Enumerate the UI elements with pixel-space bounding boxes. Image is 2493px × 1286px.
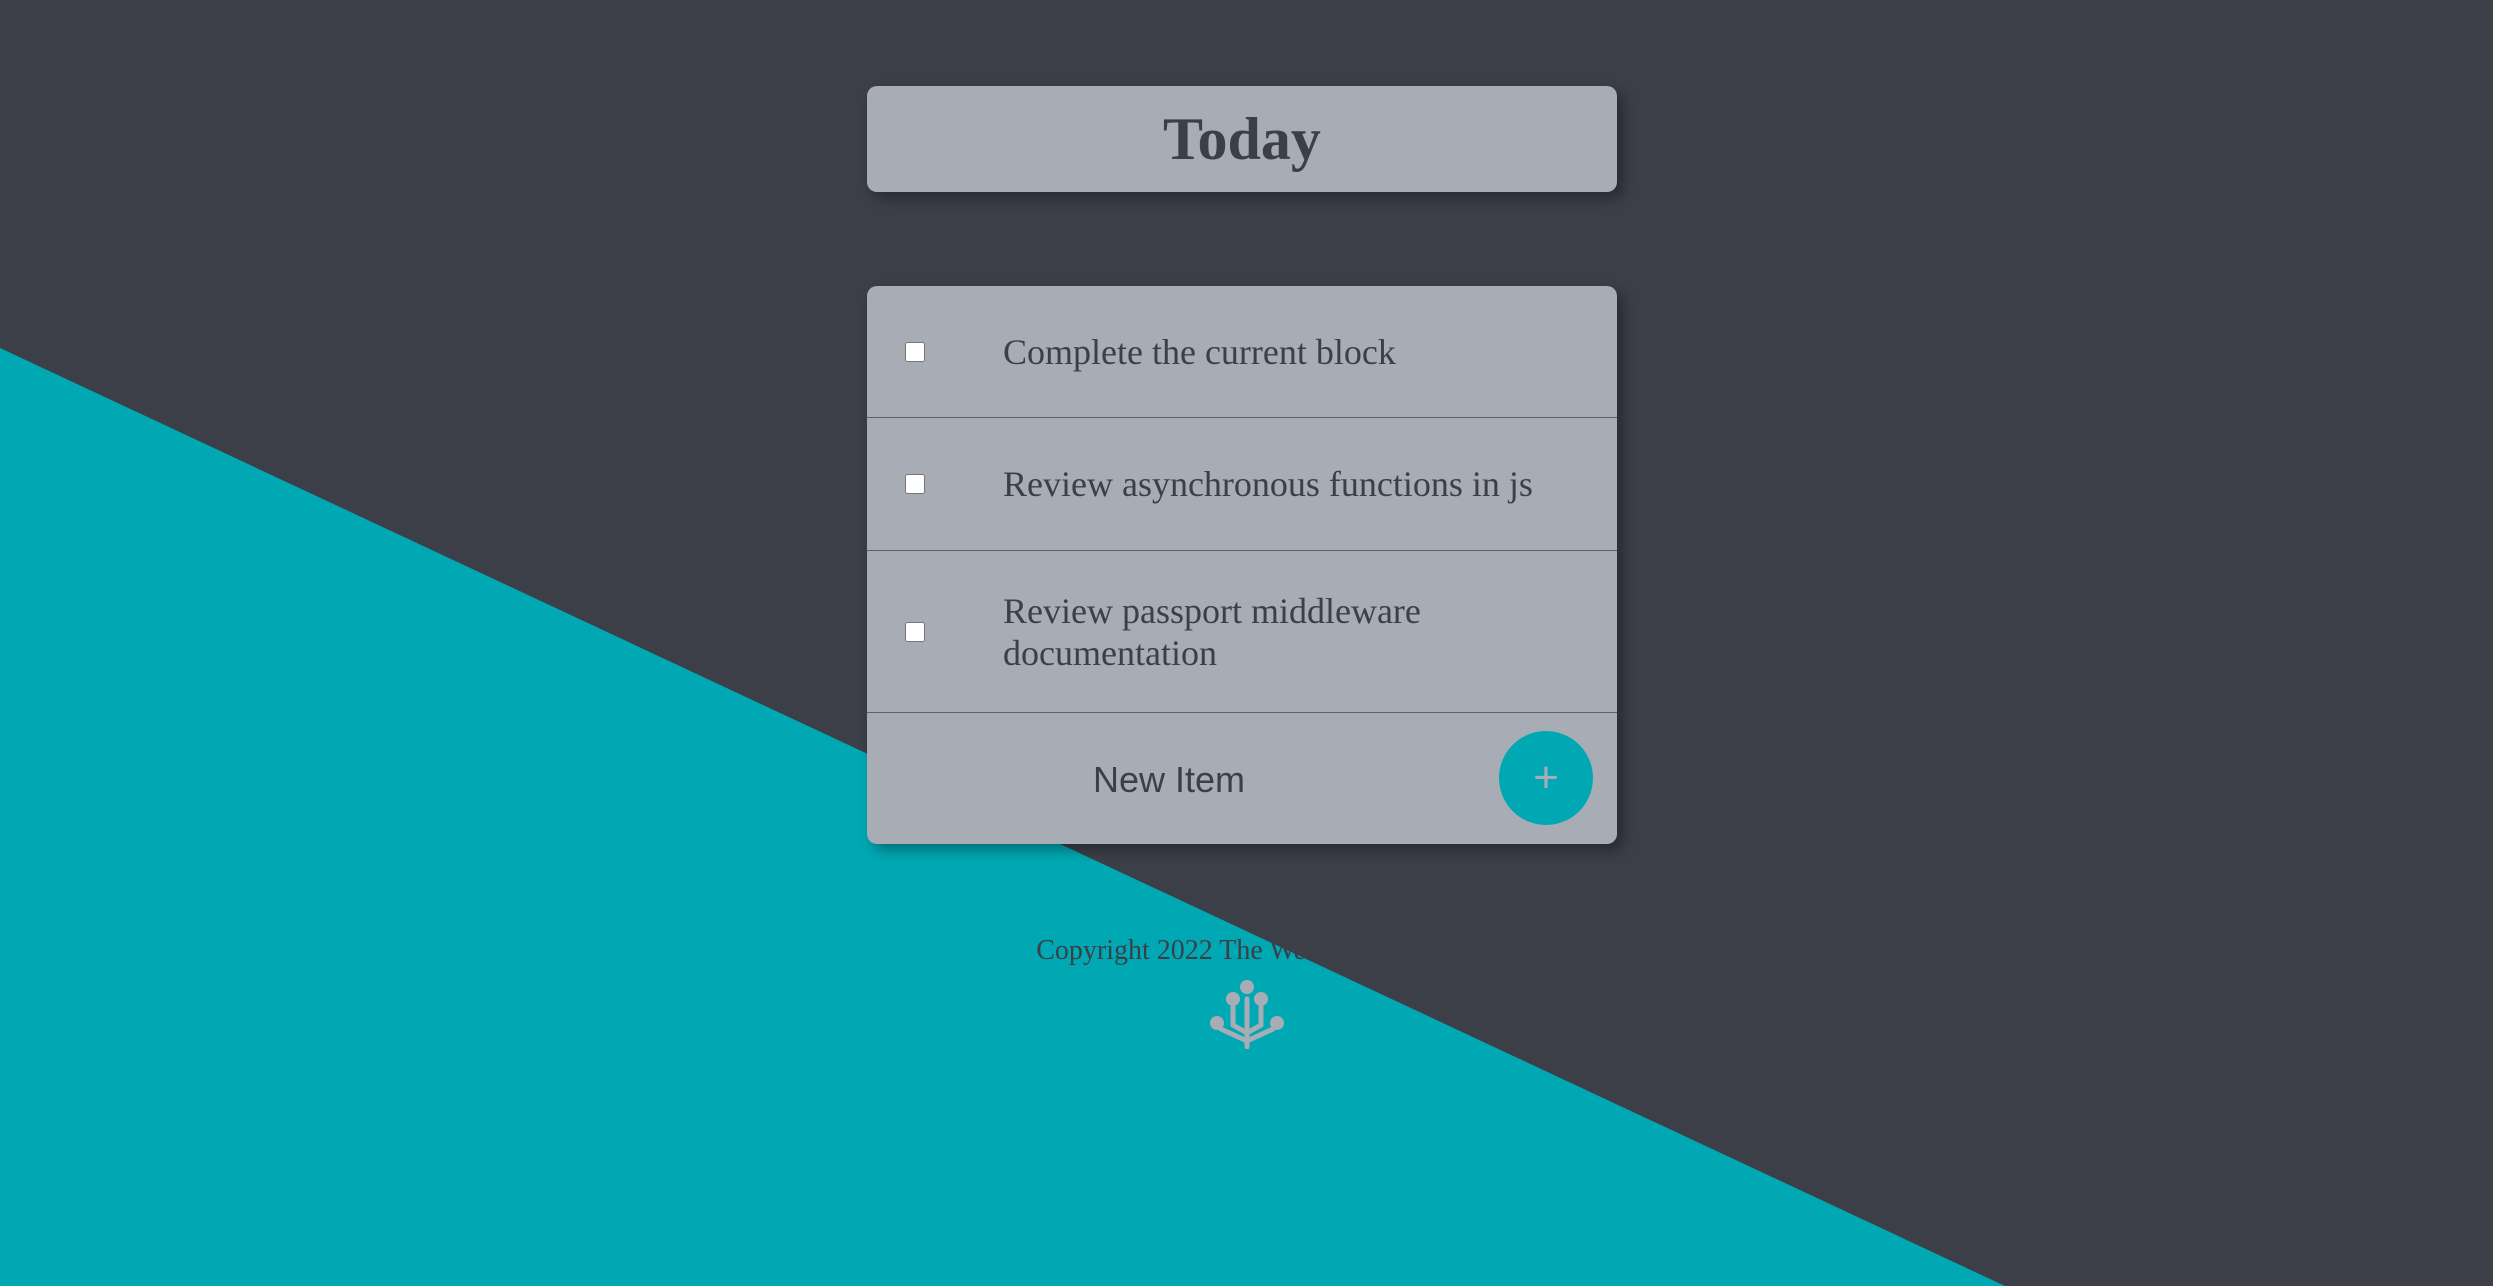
item-label: Review passport middleware documentation xyxy=(1003,590,1421,673)
new-item-input[interactable] xyxy=(867,713,1471,844)
tree-logo-icon xyxy=(1209,980,1284,1049)
list-item: Review passport middleware documentation xyxy=(867,551,1617,713)
page-title: Today xyxy=(1163,105,1321,172)
item-checkbox[interactable] xyxy=(905,621,925,642)
list-item: Review asynchronous functions in js xyxy=(867,418,1617,551)
item-checkbox[interactable] xyxy=(905,341,925,362)
heading-box: Today xyxy=(867,86,1617,192)
add-item-button[interactable]: + xyxy=(1499,731,1593,825)
item-label: Complete the current block xyxy=(1003,331,1396,372)
item-checkbox[interactable] xyxy=(905,474,925,494)
copyright-text: Copyright 2022 The Web Tree Studio xyxy=(1036,935,1457,966)
todo-list: Complete the current block Review asynch… xyxy=(867,286,1617,844)
list-item: Complete the current block xyxy=(867,286,1617,418)
footer: Copyright 2022 The Web Tree Studio xyxy=(0,935,2493,1049)
item-label: Review asynchronous functions in js xyxy=(1003,464,1533,504)
new-item-form: + xyxy=(867,713,1617,844)
